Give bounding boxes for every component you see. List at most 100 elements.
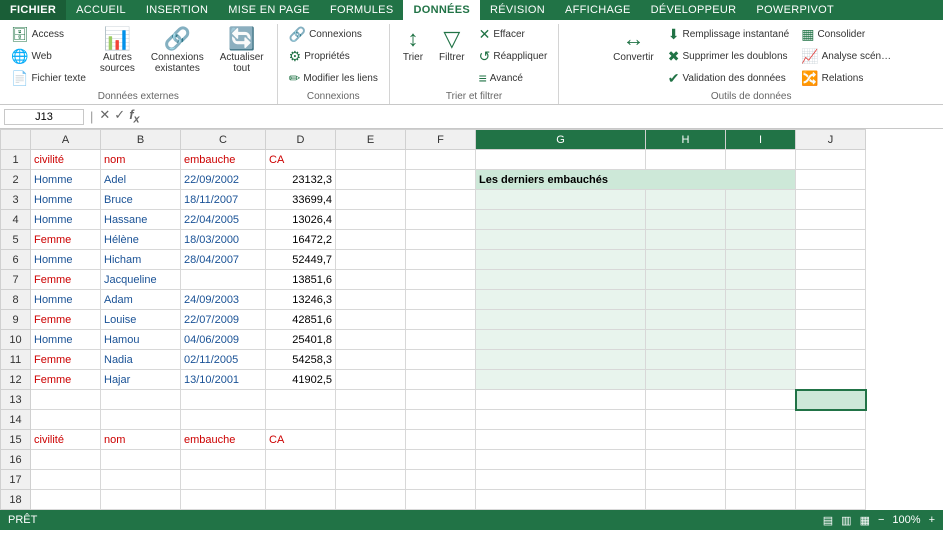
- cell-j18[interactable]: [796, 490, 866, 510]
- cell-h16[interactable]: [646, 450, 726, 470]
- cell-i12[interactable]: [726, 370, 796, 390]
- cell-h1[interactable]: [646, 150, 726, 170]
- autres-sources-button[interactable]: 📊 Autressources: [93, 24, 142, 78]
- tab-affichage[interactable]: AFFICHAGE: [555, 0, 641, 20]
- cell-f17[interactable]: [406, 470, 476, 490]
- cell-i11[interactable]: [726, 350, 796, 370]
- cell-d18[interactable]: [266, 490, 336, 510]
- cell-c6[interactable]: 28/04/2007: [181, 250, 266, 270]
- cell-c4[interactable]: 22/04/2005: [181, 210, 266, 230]
- row-num-5[interactable]: 5: [1, 230, 31, 250]
- cell-g1[interactable]: [476, 150, 646, 170]
- cell-h5[interactable]: [646, 230, 726, 250]
- cell-d11[interactable]: 54258,3: [266, 350, 336, 370]
- cell-e8[interactable]: [336, 290, 406, 310]
- row-num-11[interactable]: 11: [1, 350, 31, 370]
- zoom-in-icon[interactable]: +: [929, 514, 935, 526]
- cell-f14[interactable]: [406, 410, 476, 430]
- cell-a2[interactable]: Homme: [31, 170, 101, 190]
- modifier-liens-button[interactable]: ✏ Modifier les liens: [284, 68, 383, 89]
- tab-mise-en-page[interactable]: MISE EN PAGE: [218, 0, 320, 20]
- cell-f1[interactable]: [406, 150, 476, 170]
- cell-c5[interactable]: 18/03/2000: [181, 230, 266, 250]
- cell-c13[interactable]: [181, 390, 266, 410]
- avance-button[interactable]: ≡ Avancé: [474, 68, 553, 88]
- cell-j10[interactable]: [796, 330, 866, 350]
- cell-a18[interactable]: [31, 490, 101, 510]
- cell-e12[interactable]: [336, 370, 406, 390]
- cell-h15[interactable]: [646, 430, 726, 450]
- cell-a6[interactable]: Homme: [31, 250, 101, 270]
- tab-accueil[interactable]: ACCUEIL: [66, 0, 136, 20]
- cell-j17[interactable]: [796, 470, 866, 490]
- cell-d4[interactable]: 13026,4: [266, 210, 336, 230]
- cell-g3[interactable]: [476, 190, 646, 210]
- relations-button[interactable]: 🔀 Relations: [796, 68, 896, 89]
- row-num-2[interactable]: 2: [1, 170, 31, 190]
- tab-powerpivot[interactable]: POWERPIVOT: [746, 0, 844, 20]
- cell-i1[interactable]: [726, 150, 796, 170]
- cell-f15[interactable]: [406, 430, 476, 450]
- cell-c9[interactable]: 22/07/2009: [181, 310, 266, 330]
- cell-e17[interactable]: [336, 470, 406, 490]
- cell-j2[interactable]: [796, 170, 866, 190]
- cell-j4[interactable]: [796, 210, 866, 230]
- cell-d16[interactable]: [266, 450, 336, 470]
- cell-a12[interactable]: Femme: [31, 370, 101, 390]
- validation-donnees-button[interactable]: ✔ Validation des données: [663, 68, 794, 89]
- cell-c7[interactable]: [181, 270, 266, 290]
- cell-j12[interactable]: [796, 370, 866, 390]
- cell-b8[interactable]: Adam: [101, 290, 181, 310]
- cell-c10[interactable]: 04/06/2009: [181, 330, 266, 350]
- row-num-8[interactable]: 8: [1, 290, 31, 310]
- cell-g8[interactable]: [476, 290, 646, 310]
- cell-j5[interactable]: [796, 230, 866, 250]
- cell-b11[interactable]: Nadia: [101, 350, 181, 370]
- cell-b14[interactable]: [101, 410, 181, 430]
- cell-g2[interactable]: Les derniers embauchés: [476, 170, 796, 190]
- cell-b13[interactable]: [101, 390, 181, 410]
- cell-i6[interactable]: [726, 250, 796, 270]
- cell-e9[interactable]: [336, 310, 406, 330]
- cell-g4[interactable]: [476, 210, 646, 230]
- cell-a7[interactable]: Femme: [31, 270, 101, 290]
- cell-a4[interactable]: Homme: [31, 210, 101, 230]
- cell-j13[interactable]: [796, 390, 866, 410]
- cell-c18[interactable]: [181, 490, 266, 510]
- cell-b10[interactable]: Hamou: [101, 330, 181, 350]
- cell-j8[interactable]: [796, 290, 866, 310]
- cell-j7[interactable]: [796, 270, 866, 290]
- col-header-h[interactable]: H: [646, 130, 726, 150]
- cell-c1[interactable]: embauche: [181, 150, 266, 170]
- actualiser-tout-button[interactable]: 🔄 Actualisertout: [213, 24, 271, 78]
- cell-c17[interactable]: [181, 470, 266, 490]
- fichier-texte-button[interactable]: 📄 Fichier texte: [6, 68, 91, 89]
- cell-b16[interactable]: [101, 450, 181, 470]
- cell-g15[interactable]: [476, 430, 646, 450]
- cell-d5[interactable]: 16472,2: [266, 230, 336, 250]
- row-num-4[interactable]: 4: [1, 210, 31, 230]
- row-num-7[interactable]: 7: [1, 270, 31, 290]
- cell-i15[interactable]: [726, 430, 796, 450]
- tab-formules[interactable]: FORMULES: [320, 0, 404, 20]
- cell-i4[interactable]: [726, 210, 796, 230]
- cell-b5[interactable]: Hélène: [101, 230, 181, 250]
- cell-f8[interactable]: [406, 290, 476, 310]
- row-num-1[interactable]: 1: [1, 150, 31, 170]
- cell-e1[interactable]: [336, 150, 406, 170]
- cell-g7[interactable]: [476, 270, 646, 290]
- cell-i5[interactable]: [726, 230, 796, 250]
- cell-a9[interactable]: Femme: [31, 310, 101, 330]
- cell-h12[interactable]: [646, 370, 726, 390]
- cell-b2[interactable]: Adel: [101, 170, 181, 190]
- cell-h10[interactable]: [646, 330, 726, 350]
- connexions-button[interactable]: 🔗 Connexions: [284, 24, 383, 45]
- insert-function-icon[interactable]: fx: [129, 107, 139, 126]
- cell-e13[interactable]: [336, 390, 406, 410]
- cell-b7[interactable]: Jacqueline: [101, 270, 181, 290]
- cell-a15[interactable]: civilité: [31, 430, 101, 450]
- cell-h11[interactable]: [646, 350, 726, 370]
- cell-e6[interactable]: [336, 250, 406, 270]
- cell-e3[interactable]: [336, 190, 406, 210]
- cell-e10[interactable]: [336, 330, 406, 350]
